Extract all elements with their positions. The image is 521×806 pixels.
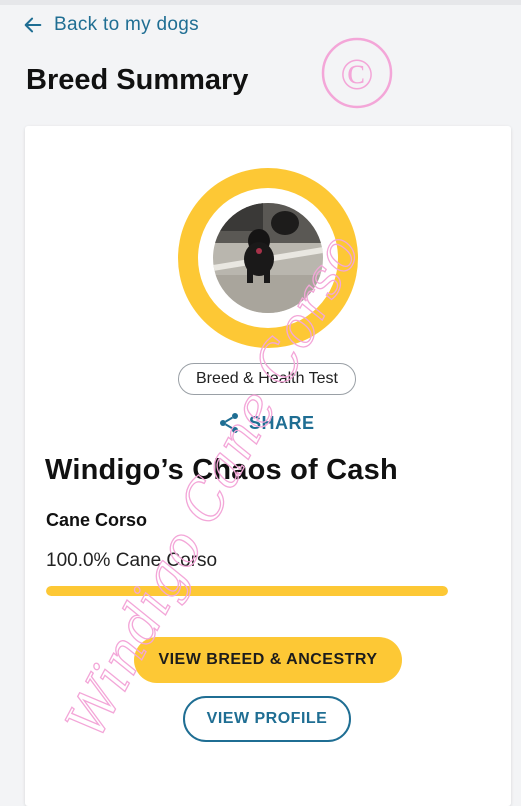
- share-button[interactable]: SHARE: [217, 410, 315, 436]
- breed-percent-bar-fill: [46, 586, 448, 596]
- top-divider: [0, 0, 521, 5]
- breed-percent-bar: [46, 586, 448, 596]
- avatar-ring: [178, 168, 358, 348]
- back-to-my-dogs-link[interactable]: Back to my dogs: [22, 11, 199, 39]
- dog-name: Windigo’s Chaos of Cash: [45, 454, 398, 486]
- breed-name: Cane Corso: [46, 510, 148, 530]
- breed-percent-label: 100.0% Cane Corso: [46, 550, 218, 571]
- share-icon: [220, 413, 238, 433]
- breed-summary-card: Breed & Health Test SHARE Windigo’s Chao…: [25, 126, 511, 806]
- arrow-left-icon: [24, 17, 42, 33]
- share-label: SHARE: [249, 412, 315, 433]
- page-title: Breed Summary: [26, 64, 249, 96]
- dog-avatar[interactable]: [213, 203, 323, 313]
- view-breed-ancestry-button[interactable]: VIEW BREED & ANCESTRY: [134, 637, 402, 683]
- test-type-badge: Breed & Health Test: [178, 363, 356, 395]
- back-link-label: Back to my dogs: [54, 14, 199, 35]
- watermark-copyright: ©: [340, 50, 373, 99]
- view-profile-button[interactable]: VIEW PROFILE: [183, 696, 351, 742]
